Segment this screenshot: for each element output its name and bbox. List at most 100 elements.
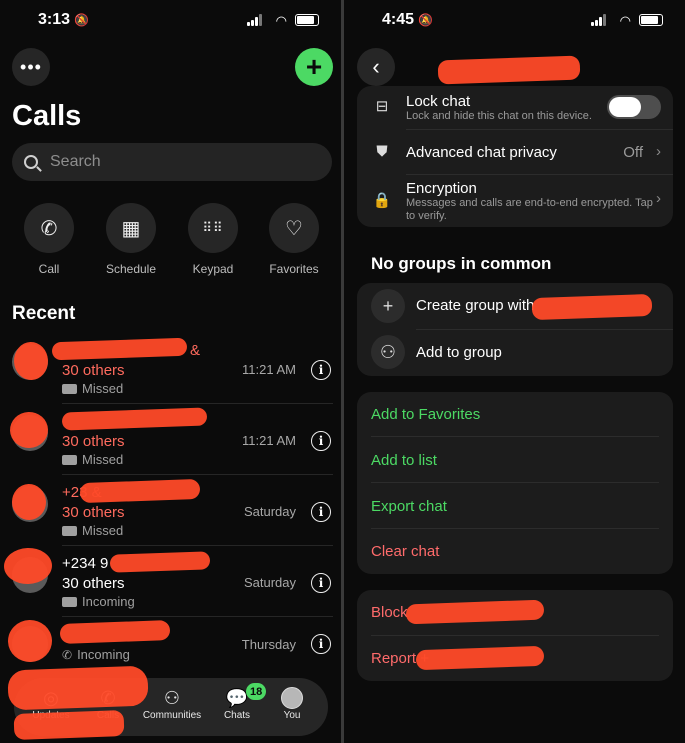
wifi-icon: ◠ xyxy=(619,13,631,28)
groups-heading: No groups in common xyxy=(371,254,552,273)
divider xyxy=(62,616,333,617)
search-placeholder: Search xyxy=(50,153,101,170)
info-icon[interactable]: i xyxy=(311,431,331,451)
encryption-label: Encryption xyxy=(406,180,477,197)
redaction xyxy=(79,478,201,504)
quick-action-label: Favorites xyxy=(269,262,319,276)
info-icon[interactable]: i xyxy=(311,634,331,654)
phone-incoming-icon: ✆ xyxy=(62,647,73,662)
advanced-privacy-row[interactable]: ⛊ Advanced chat privacy Off › xyxy=(357,130,673,176)
divider xyxy=(371,635,659,636)
avatar xyxy=(281,687,303,709)
call-type-label: Missed xyxy=(82,452,124,467)
divider xyxy=(62,403,333,404)
advanced-privacy-value: Off xyxy=(623,144,643,161)
divider xyxy=(371,528,659,529)
video-call-icon xyxy=(62,454,77,465)
quick-action-label: Schedule xyxy=(105,262,157,276)
call-type: Incoming xyxy=(62,594,135,609)
add-to-group-label: Add to group xyxy=(416,344,502,361)
call-time: 11:21 AM xyxy=(242,362,296,377)
communities-icon: ⚇ xyxy=(163,688,181,708)
bell-muted-icon: 🔕 xyxy=(74,13,89,27)
call-type-label: Incoming xyxy=(82,594,135,609)
call-type: Missed xyxy=(62,523,123,538)
battery-icon xyxy=(295,14,319,26)
heart-icon: ♡ xyxy=(269,203,319,253)
actions-card: Add to Favorites Add to list Export chat… xyxy=(357,392,673,574)
phone-icon: ✆ xyxy=(24,203,74,253)
quick-action-call[interactable]: ✆ Call xyxy=(19,203,79,276)
divider xyxy=(62,545,333,546)
video-call-icon xyxy=(62,383,77,394)
call-participants: 30 others xyxy=(62,504,125,521)
call-type-label: Missed xyxy=(82,523,124,538)
create-group-label: Create group with xyxy=(416,297,535,314)
encryption-row[interactable]: 🔒 Encryption Messages and calls are end-… xyxy=(357,175,673,227)
divider xyxy=(371,436,659,437)
search-input[interactable]: Search xyxy=(12,143,332,181)
redaction xyxy=(59,620,171,644)
search-icon xyxy=(24,155,38,169)
status-bar: 3:13 🔕 ◠ xyxy=(0,0,341,40)
divider xyxy=(62,474,333,475)
quick-action-label: Keypad xyxy=(192,262,234,276)
quick-action-label: Call xyxy=(38,262,60,276)
recent-heading: Recent xyxy=(12,303,76,324)
signal-icon xyxy=(247,14,263,26)
wifi-icon: ◠ xyxy=(275,13,287,28)
chat-settings-card: ⊟ Lock chat Lock and hide this chat on t… xyxy=(357,86,673,227)
status-time: 3:13 xyxy=(38,11,71,28)
keypad-icon: ⠿⠿ xyxy=(188,203,238,253)
plus-icon: + xyxy=(371,289,405,323)
call-time: Saturday xyxy=(243,504,296,519)
divider xyxy=(371,482,659,483)
battery-icon xyxy=(639,14,663,26)
calendar-icon: ▦ xyxy=(106,203,156,253)
lock-icon: 🔒 xyxy=(372,192,392,209)
export-chat-button[interactable]: Export chat xyxy=(371,498,447,515)
add-to-favorites-button[interactable]: Add to Favorites xyxy=(371,406,480,423)
redaction xyxy=(13,710,125,740)
redaction xyxy=(437,55,581,85)
lock-chat-toggle[interactable] xyxy=(607,95,661,119)
call-participants: 30 others xyxy=(62,433,125,450)
tab-label: You xyxy=(283,710,301,721)
video-call-icon xyxy=(62,525,77,536)
tab-communities[interactable]: ⚇ Communities xyxy=(142,686,202,721)
call-time: 11:21 AM xyxy=(242,433,296,448)
back-button[interactable]: ‹ xyxy=(357,48,395,86)
call-type: ✆ Incoming xyxy=(62,647,130,662)
redaction xyxy=(109,551,211,573)
new-call-button[interactable]: + xyxy=(295,48,333,86)
status-time: 4:45 xyxy=(382,11,415,28)
more-options-button[interactable]: ••• xyxy=(12,48,50,86)
quick-action-schedule[interactable]: ▦ Schedule xyxy=(101,203,161,276)
lock-chat-row[interactable]: ⊟ Lock chat Lock and hide this chat on t… xyxy=(357,86,673,126)
quick-action-favorites[interactable]: ♡ Favorites xyxy=(264,203,324,276)
block-button[interactable]: Block xyxy=(371,604,408,621)
add-to-group-row[interactable]: ⚇ Add to group xyxy=(357,330,673,376)
chevron-right-icon: › xyxy=(656,143,661,160)
call-time: Saturday xyxy=(243,575,296,590)
advanced-privacy-label: Advanced chat privacy xyxy=(406,144,557,161)
page-title: Calls xyxy=(12,100,82,132)
tab-you[interactable]: You xyxy=(261,686,323,721)
shield-icon: ⛊ xyxy=(376,143,388,160)
tab-label: Communities xyxy=(142,710,202,721)
call-type: Missed xyxy=(62,452,123,467)
info-icon[interactable]: i xyxy=(311,360,331,380)
add-to-list-button[interactable]: Add to list xyxy=(371,452,437,469)
clear-chat-button[interactable]: Clear chat xyxy=(371,543,439,560)
call-participants: 30 others xyxy=(62,575,125,592)
call-type-label: Missed xyxy=(82,381,124,396)
signal-icon xyxy=(591,14,607,26)
info-icon[interactable]: i xyxy=(311,502,331,522)
info-icon[interactable]: i xyxy=(311,573,331,593)
call-type-label: Incoming xyxy=(77,647,130,662)
redaction xyxy=(7,665,149,711)
calls-screen: 3:13 🔕 ◠ ••• + Calls Search ✆ Call ▦ Sch… xyxy=(0,0,341,743)
quick-action-keypad[interactable]: ⠿⠿ Keypad xyxy=(183,203,243,276)
redaction xyxy=(531,293,653,321)
chevron-right-icon: › xyxy=(656,190,661,207)
